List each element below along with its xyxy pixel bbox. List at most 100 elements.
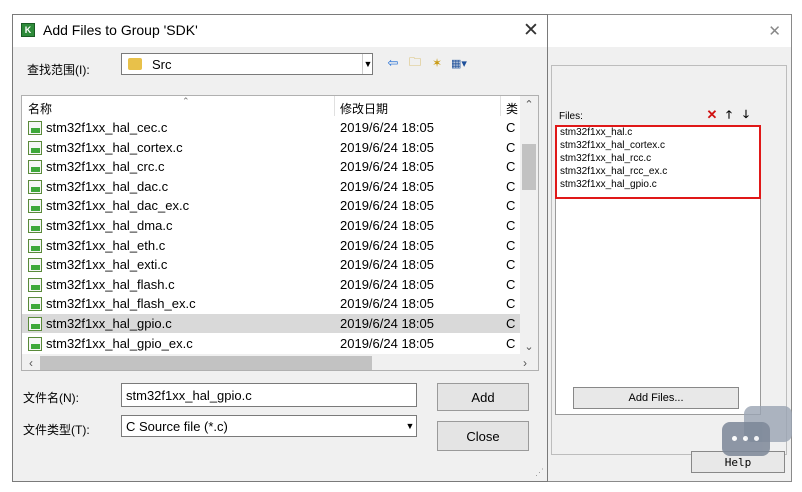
c-file-icon bbox=[28, 317, 42, 331]
file-type: C bbox=[506, 159, 516, 175]
add-files-button[interactable]: Add Files... bbox=[573, 387, 739, 409]
file-name: stm32f1xx_hal_eth.c bbox=[46, 237, 166, 253]
background-title-bar bbox=[545, 15, 791, 47]
look-in-value: Src bbox=[152, 57, 172, 72]
file-type: C bbox=[506, 237, 516, 253]
table-row[interactable]: stm32f1xx_hal_dma.c 2019/6/24 18:05 C bbox=[22, 216, 520, 235]
c-file-icon bbox=[28, 140, 42, 155]
file-name: stm32f1xx_hal_cec.c bbox=[46, 120, 168, 135]
horizontal-scroll-thumb[interactable] bbox=[40, 356, 372, 370]
background-close-icon[interactable]: ✕ bbox=[768, 22, 781, 40]
c-file-icon bbox=[28, 297, 42, 312]
file-name: stm32f1xx_hal_dac_ex.c bbox=[46, 198, 190, 214]
filetype-value: C Source file (*.c) bbox=[126, 419, 228, 434]
c-file-icon bbox=[28, 258, 42, 273]
file-type: C bbox=[506, 178, 516, 194]
scroll-up-icon[interactable]: ⌃ bbox=[522, 96, 536, 112]
file-date: 2019/6/24 18:05 bbox=[340, 316, 434, 331]
file-name: stm32f1xx_hal_exti.c bbox=[46, 257, 168, 273]
up-folder-icon[interactable]: 🗀 bbox=[407, 55, 423, 71]
table-row[interactable]: stm32f1xx_hal_exti.c 2019/6/24 18:05 C bbox=[22, 255, 520, 274]
column-header-type[interactable]: 类 bbox=[506, 100, 518, 117]
new-folder-icon[interactable]: ✶ bbox=[429, 55, 445, 71]
add-files-dialog: K Add Files to Group 'SDK' ✕ 查找范围(I): Sr… bbox=[12, 14, 548, 482]
chevron-down-icon[interactable]: ▼ bbox=[362, 54, 373, 74]
file-name: stm32f1xx_hal_flash.c bbox=[46, 276, 175, 292]
vertical-scroll-thumb[interactable] bbox=[522, 144, 536, 190]
delete-icon[interactable]: ✕ bbox=[705, 107, 719, 122]
filename-input[interactable] bbox=[121, 383, 417, 407]
file-type: C bbox=[506, 139, 516, 155]
navigation-toolbar: ⇦ 🗀 ✶ ▦▾ bbox=[385, 55, 467, 71]
view-menu-icon[interactable]: ▦▾ bbox=[451, 55, 467, 71]
file-date: 2019/6/24 18:05 bbox=[340, 159, 434, 175]
add-button[interactable]: Add bbox=[437, 383, 529, 411]
file-date: 2019/6/24 18:05 bbox=[340, 139, 434, 155]
c-file-icon bbox=[28, 277, 42, 292]
files-label: Files: bbox=[559, 111, 583, 122]
file-list[interactable]: ⌃ 名称 修改日期 类 stm32f1xx_hal_cec.c 2019/6/24… bbox=[21, 95, 539, 371]
watermark-chat-icon bbox=[722, 422, 770, 456]
move-down-icon[interactable]: 🡓 bbox=[739, 108, 753, 122]
table-row[interactable]: stm32f1xx_hal_dac.c 2019/6/24 18:05 C bbox=[22, 177, 520, 196]
close-icon[interactable]: ✕ bbox=[523, 19, 539, 42]
file-type: C bbox=[506, 276, 516, 292]
c-file-icon bbox=[28, 219, 42, 233]
scroll-left-icon[interactable]: ‹ bbox=[24, 355, 38, 370]
table-row[interactable]: stm32f1xx_hal_flash_ex.c 2019/6/24 18:05 C bbox=[22, 294, 520, 313]
file-name: stm32f1xx_hal_cortex.c bbox=[46, 139, 183, 155]
table-row[interactable]: stm32f1xx_hal_eth.c 2019/6/24 18:05 C bbox=[22, 236, 520, 255]
file-date: 2019/6/24 18:05 bbox=[340, 237, 434, 253]
files-toolbar: ✕ 🡑 🡓 bbox=[705, 107, 753, 122]
table-row[interactable]: stm32f1xx_hal_cortex.c 2019/6/24 18:05 C bbox=[22, 138, 520, 157]
file-date: 2019/6/24 18:05 bbox=[340, 296, 434, 312]
column-header-name[interactable]: 名称 bbox=[28, 100, 52, 117]
highlight-box bbox=[555, 125, 761, 199]
title-bar: K Add Files to Group 'SDK' ✕ bbox=[13, 15, 547, 47]
file-name: stm32f1xx_hal_gpio_ex.c bbox=[46, 335, 193, 351]
table-row[interactable]: stm32f1xx_hal_cec.c 2019/6/24 18:05 C bbox=[22, 118, 520, 137]
file-date: 2019/6/24 18:05 bbox=[340, 178, 434, 194]
file-type: C bbox=[506, 257, 516, 273]
table-row[interactable]: stm32f1xx_hal_gpio.c 2019/6/24 18:05 C bbox=[22, 314, 520, 333]
file-date: 2019/6/24 18:05 bbox=[340, 276, 434, 292]
look-in-label: 查找范围(I): bbox=[27, 63, 90, 77]
file-type: C bbox=[506, 335, 516, 351]
filename-label: 文件名(N): bbox=[23, 391, 79, 405]
c-file-icon bbox=[28, 121, 42, 135]
file-name: stm32f1xx_hal_gpio.c bbox=[46, 316, 172, 331]
file-name: stm32f1xx_hal_crc.c bbox=[46, 159, 165, 175]
table-row[interactable]: stm32f1xx_hal_flash.c 2019/6/24 18:05 C bbox=[22, 275, 520, 294]
filetype-dropdown[interactable]: C Source file (*.c) ▼ bbox=[121, 415, 417, 437]
file-type: C bbox=[506, 218, 516, 233]
c-file-icon bbox=[28, 336, 42, 351]
file-date: 2019/6/24 18:05 bbox=[340, 335, 434, 351]
dialog-title: Add Files to Group 'SDK' bbox=[43, 22, 198, 38]
c-file-icon bbox=[28, 199, 42, 214]
filetype-label: 文件类型(T): bbox=[23, 423, 90, 437]
app-icon: K bbox=[21, 23, 35, 37]
horizontal-scrollbar[interactable]: ‹ › bbox=[22, 354, 538, 370]
table-row[interactable]: stm32f1xx_hal_crc.c 2019/6/24 18:05 C bbox=[22, 157, 520, 176]
resize-grip-icon[interactable]: ⋰ bbox=[535, 467, 544, 478]
chevron-down-icon[interactable]: ▼ bbox=[404, 416, 416, 436]
column-divider[interactable] bbox=[334, 96, 335, 116]
c-file-icon bbox=[28, 179, 42, 194]
table-row[interactable]: stm32f1xx_hal_gpio_ex.c 2019/6/24 18:05 C bbox=[22, 334, 520, 353]
file-type: C bbox=[506, 316, 516, 331]
file-date: 2019/6/24 18:05 bbox=[340, 257, 434, 273]
look-in-dropdown[interactable]: Src ▼ bbox=[121, 53, 373, 75]
scroll-right-icon[interactable]: › bbox=[518, 355, 532, 370]
close-button[interactable]: Close bbox=[437, 421, 529, 451]
file-name: stm32f1xx_hal_flash_ex.c bbox=[46, 296, 196, 312]
table-row[interactable]: stm32f1xx_hal_dac_ex.c 2019/6/24 18:05 C bbox=[22, 196, 520, 215]
move-up-icon[interactable]: 🡑 bbox=[722, 108, 736, 122]
scroll-down-icon[interactable]: ⌄ bbox=[522, 338, 536, 354]
sort-indicator-icon: ⌃ bbox=[182, 96, 190, 106]
vertical-scrollbar[interactable]: ⌃ ⌄ bbox=[520, 96, 538, 354]
column-header-date[interactable]: 修改日期 bbox=[340, 100, 388, 117]
back-icon[interactable]: ⇦ bbox=[385, 55, 401, 71]
file-type: C bbox=[506, 296, 516, 312]
file-type: C bbox=[506, 198, 516, 214]
column-divider[interactable] bbox=[500, 96, 501, 116]
